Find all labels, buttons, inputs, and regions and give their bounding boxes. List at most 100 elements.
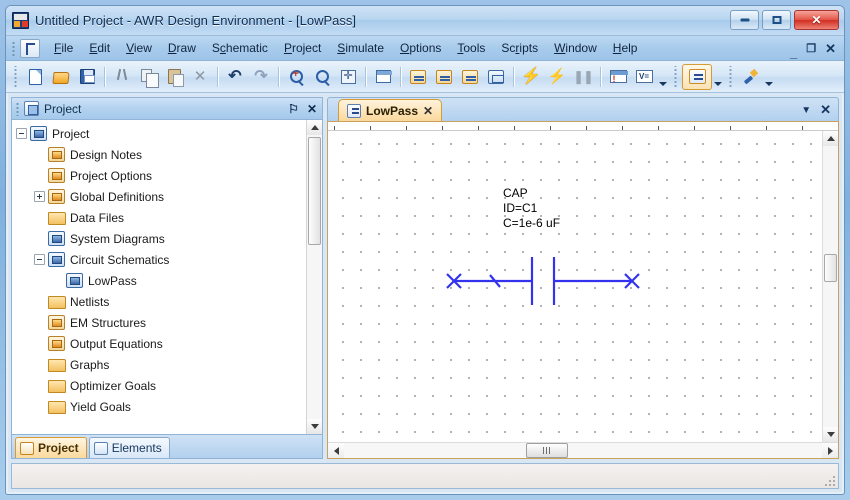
tree-scroll-up-button[interactable] bbox=[307, 120, 322, 135]
cut-button[interactable] bbox=[110, 65, 134, 89]
undo-button[interactable]: ↶ bbox=[223, 65, 247, 89]
menu-window[interactable]: Window bbox=[546, 38, 605, 58]
toolbar-grip-2[interactable] bbox=[672, 66, 679, 88]
tree-item-circuit-schematics[interactable]: Circuit Schematics bbox=[16, 249, 306, 270]
canvas-vscroll-track[interactable] bbox=[823, 146, 838, 427]
tree-item-optimizer-goals[interactable]: Optimizer Goals bbox=[16, 375, 306, 396]
open-project-button[interactable] bbox=[49, 65, 73, 89]
save-project-button[interactable] bbox=[75, 65, 99, 89]
mdi-close-icon[interactable]: ✕ bbox=[825, 41, 836, 57]
menu-view[interactable]: View bbox=[118, 38, 160, 58]
tree-item-lowpass[interactable]: LowPass bbox=[16, 270, 306, 291]
canvas-hscroll-thumb[interactable] bbox=[526, 443, 568, 458]
menu-schematic[interactable]: Schematic bbox=[204, 38, 276, 58]
maximize-button[interactable] bbox=[762, 10, 791, 30]
tune-button[interactable]: ⚡ bbox=[545, 65, 569, 89]
variable-browser-button[interactable]: V= bbox=[632, 65, 656, 89]
tree-expander-minus[interactable] bbox=[34, 254, 45, 265]
canvas-scroll-down-button[interactable] bbox=[823, 427, 838, 442]
panel-tab-project[interactable]: Project bbox=[15, 437, 87, 458]
tree-icon-glyph bbox=[51, 381, 61, 389]
new-project-button[interactable] bbox=[23, 65, 47, 89]
close-button[interactable]: ✕ bbox=[794, 10, 839, 30]
schematic-horizontal-scrollbar[interactable] bbox=[328, 442, 838, 458]
capacitor-type-label[interactable]: CAP bbox=[503, 186, 528, 201]
add-graph-button[interactable] bbox=[484, 65, 508, 89]
resize-grip[interactable] bbox=[823, 474, 835, 486]
toolbar-grip-1[interactable] bbox=[12, 66, 19, 88]
panel-close-icon[interactable]: ✕ bbox=[307, 103, 317, 115]
paste-button[interactable] bbox=[162, 65, 186, 89]
project-tree[interactable]: ProjectDesign NotesProject OptionsGlobal… bbox=[12, 120, 306, 434]
tree-item-em-structures[interactable]: EM Structures bbox=[16, 312, 306, 333]
tree-scroll-track[interactable] bbox=[307, 135, 322, 419]
tree-item-project-options[interactable]: Project Options bbox=[16, 165, 306, 186]
minimize-button[interactable] bbox=[730, 10, 759, 30]
canvas-scroll-right-button[interactable] bbox=[822, 443, 838, 458]
canvas-vscroll-thumb[interactable] bbox=[824, 254, 837, 282]
canvas-hscroll-track[interactable] bbox=[344, 443, 822, 458]
tree-item-data-files[interactable]: Data Files bbox=[16, 207, 306, 228]
menu-draw[interactable]: Draw bbox=[160, 38, 204, 58]
schematic-window-icon[interactable] bbox=[20, 39, 40, 58]
tree-item-yield-goals[interactable]: Yield Goals bbox=[16, 396, 306, 417]
drawing-tools-button[interactable] bbox=[738, 65, 762, 89]
tab-lowpass[interactable]: LowPass ✕ bbox=[338, 99, 442, 121]
tab-list-dropdown-icon[interactable]: ▼ bbox=[801, 105, 811, 116]
tree-item-global-definitions[interactable]: Global Definitions bbox=[16, 186, 306, 207]
capacitor-symbol[interactable] bbox=[438, 251, 648, 311]
toolbar-overflow-3[interactable] bbox=[763, 65, 775, 89]
add-system-diagram-button[interactable] bbox=[458, 65, 482, 89]
tree-expander-minus[interactable] bbox=[16, 128, 27, 139]
tree-item-netlists[interactable]: Netlists bbox=[16, 291, 306, 312]
tree-item-graphs[interactable]: Graphs bbox=[16, 354, 306, 375]
canvas-scroll-left-button[interactable] bbox=[328, 443, 344, 458]
tree-connector bbox=[34, 175, 48, 176]
menu-scripts[interactable]: Scripts bbox=[493, 38, 546, 58]
zoom-out-button[interactable] bbox=[310, 65, 334, 89]
capacitor-value-label[interactable]: C=1e-6 uF bbox=[503, 216, 560, 231]
menu-tools[interactable]: Tools bbox=[449, 38, 493, 58]
mdi-restore-icon[interactable]: ❐ bbox=[806, 42, 816, 55]
project-panel-grip[interactable] bbox=[15, 101, 21, 116]
menubar-grip[interactable] bbox=[10, 40, 17, 57]
menu-help[interactable]: Help bbox=[605, 38, 646, 58]
add-schematic-button[interactable] bbox=[406, 65, 430, 89]
tree-item-project[interactable]: Project bbox=[16, 123, 306, 144]
menu-edit[interactable]: Edit bbox=[81, 38, 118, 58]
delete-button[interactable]: ✕ bbox=[188, 65, 212, 89]
toolbar-overflow-1[interactable] bbox=[657, 65, 669, 89]
menu-options[interactable]: Options bbox=[392, 38, 449, 58]
tree-item-design-notes[interactable]: Design Notes bbox=[16, 144, 306, 165]
auto-hide-pin-icon[interactable]: ⚐ bbox=[288, 103, 299, 115]
tree-expander-plus[interactable] bbox=[34, 191, 45, 202]
menu-file[interactable]: File bbox=[46, 38, 81, 58]
menu-simulate[interactable]: Simulate bbox=[329, 38, 392, 58]
tree-item-output-equations[interactable]: Output Equations bbox=[16, 333, 306, 354]
tree-item-system-diagrams[interactable]: System Diagrams bbox=[16, 228, 306, 249]
zoom-to-fit-button[interactable] bbox=[336, 65, 360, 89]
project-window-button[interactable] bbox=[682, 64, 712, 90]
menu-project[interactable]: Project bbox=[276, 38, 329, 58]
tab-close-icon[interactable]: ✕ bbox=[423, 104, 433, 118]
schematic-vertical-scrollbar[interactable] bbox=[822, 131, 838, 442]
stop-simulation-button[interactable]: ❚❚ bbox=[571, 65, 595, 89]
element-options-button[interactable] bbox=[606, 65, 630, 89]
tree-scroll-thumb[interactable] bbox=[308, 137, 321, 245]
schematic-canvas[interactable]: CAP ID=C1 C=1e-6 uF bbox=[328, 131, 822, 442]
new-window-button[interactable] bbox=[371, 65, 395, 89]
toolbar-grip-3[interactable] bbox=[727, 66, 734, 88]
add-em-structure-button[interactable] bbox=[432, 65, 456, 89]
project-tree-scrollbar[interactable] bbox=[306, 120, 322, 434]
zoom-in-button[interactable] bbox=[284, 65, 308, 89]
mdi-minimize-icon[interactable]: _ bbox=[790, 45, 797, 60]
document-close-icon[interactable]: ✕ bbox=[820, 102, 831, 118]
copy-button[interactable] bbox=[136, 65, 160, 89]
analyze-button[interactable]: ⚡ bbox=[519, 65, 543, 89]
redo-button[interactable]: ↷ bbox=[249, 65, 273, 89]
panel-tab-elements[interactable]: Elements bbox=[89, 437, 170, 458]
capacitor-id-label[interactable]: ID=C1 bbox=[503, 201, 537, 216]
tree-scroll-down-button[interactable] bbox=[307, 419, 322, 434]
canvas-scroll-up-button[interactable] bbox=[823, 131, 838, 146]
toolbar-overflow-2[interactable] bbox=[712, 65, 724, 89]
